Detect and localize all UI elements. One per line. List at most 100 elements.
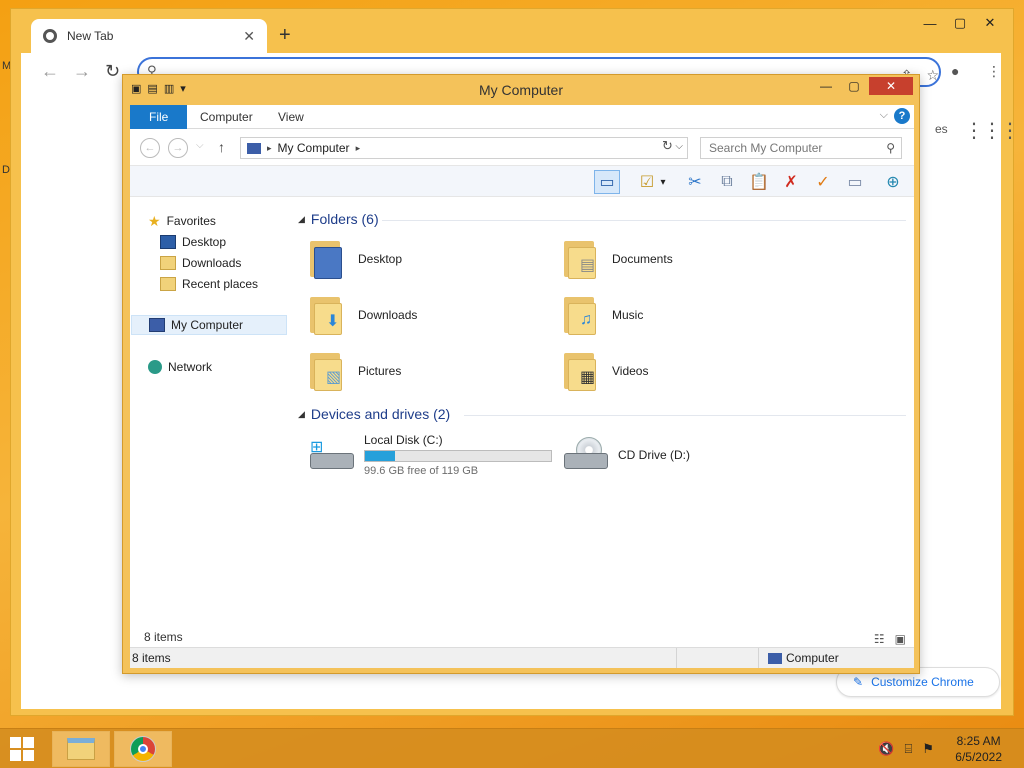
menu-icon[interactable]: ⋮ bbox=[987, 63, 1001, 80]
folder-pictures[interactable]: ▧ Pictures bbox=[308, 347, 548, 395]
nav-downloads[interactable]: Downloads bbox=[160, 253, 241, 273]
cut-icon[interactable]: ✂ bbox=[682, 170, 708, 194]
search-icon: ⚲ bbox=[886, 141, 895, 155]
pencil-icon: ✎ bbox=[853, 675, 864, 689]
folder-downloads[interactable]: ⬇ Downloads bbox=[308, 291, 548, 339]
drive-name: CD Drive (D:) bbox=[618, 448, 690, 462]
recent-locations-icon[interactable]: ⌵ bbox=[196, 140, 204, 151]
computer-icon bbox=[149, 318, 165, 332]
status-separator bbox=[676, 648, 677, 668]
details-view-icon[interactable]: ☷ bbox=[874, 629, 885, 649]
shortcut-label-fragment[interactable]: es bbox=[935, 122, 948, 136]
tab-file[interactable]: File bbox=[130, 105, 188, 129]
details-status: 8 items ☷ ▣ bbox=[130, 627, 914, 647]
folder-videos[interactable]: ▦ Videos bbox=[562, 347, 802, 395]
minimize-button[interactable]: — bbox=[915, 13, 945, 33]
desktop-icon-fragment[interactable]: D bbox=[2, 164, 10, 176]
tab-new-tab[interactable]: New Tab ✕ bbox=[31, 19, 267, 53]
close-tab-icon[interactable]: ✕ bbox=[243, 28, 255, 45]
maximize-button[interactable]: ▢ bbox=[841, 77, 867, 95]
help-icon[interactable]: ? bbox=[894, 108, 910, 124]
profile-icon[interactable]: ● bbox=[951, 63, 959, 79]
group-header-devices[interactable]: ◢ Devices and drives (2) bbox=[298, 406, 450, 422]
paste-icon[interactable]: 📋 bbox=[746, 170, 772, 194]
apps-grid-icon[interactable]: ⋮⋮⋮ bbox=[964, 118, 1020, 143]
rename-icon[interactable]: ▭ bbox=[842, 170, 868, 194]
folder-name: Documents bbox=[612, 252, 673, 266]
taskbar-chrome[interactable] bbox=[114, 731, 172, 767]
start-button[interactable] bbox=[10, 737, 34, 761]
preview-pane-button[interactable]: ▭ bbox=[594, 170, 620, 194]
nav-my-computer[interactable]: My Computer bbox=[131, 315, 287, 335]
taskbar-file-explorer[interactable] bbox=[52, 731, 110, 767]
file-explorer-icon bbox=[67, 738, 95, 760]
clock-time: 8:25 AM bbox=[956, 734, 1001, 748]
nav-favorites[interactable]: ★ Favorites bbox=[148, 211, 216, 231]
downloads-folder-icon bbox=[160, 256, 176, 270]
clock[interactable]: 8:25 AM 6/5/2022 bbox=[955, 733, 1002, 765]
clock-date: 6/5/2022 bbox=[955, 750, 1002, 764]
status-location: Computer bbox=[768, 648, 839, 668]
close-button[interactable]: ✕ bbox=[869, 77, 913, 95]
group-header-folders[interactable]: ◢ Folders (6) bbox=[298, 211, 379, 227]
refresh-button[interactable]: ↻ bbox=[662, 138, 673, 154]
nav-label: Downloads bbox=[182, 256, 242, 270]
large-icons-view-icon[interactable]: ▣ bbox=[895, 629, 906, 649]
nav-recent-places[interactable]: Recent places bbox=[160, 274, 258, 294]
folder-icon: ▤ bbox=[562, 237, 602, 281]
bookmark-star-icon[interactable]: ☆ bbox=[926, 67, 939, 84]
breadcrumb-arrow-icon[interactable]: ▸ bbox=[356, 143, 361, 154]
taskbar: 🔇 ⌸ ⚑ 8:25 AM 6/5/2022 bbox=[0, 728, 1024, 768]
minimize-button[interactable]: — bbox=[813, 77, 839, 95]
action-center-icon[interactable]: ⚑ bbox=[922, 741, 934, 757]
item-count: 8 items bbox=[144, 630, 183, 644]
network-globe-icon[interactable]: ⊕ bbox=[880, 170, 906, 194]
folder-documents[interactable]: ▤ Documents bbox=[562, 235, 802, 283]
view-switcher: ☷ ▣ bbox=[874, 629, 906, 649]
check-icon[interactable]: ✓ bbox=[810, 170, 836, 194]
folder-desktop[interactable]: Desktop bbox=[308, 235, 548, 283]
search-input[interactable]: Search My Computer ⚲ bbox=[700, 137, 902, 159]
network-status-icon[interactable]: ⌸ bbox=[905, 741, 913, 757]
nav-network[interactable]: Network bbox=[148, 357, 212, 377]
folder-icon bbox=[308, 237, 348, 281]
folder-name: Desktop bbox=[358, 252, 403, 266]
explorer-body: File Computer View ⌵ ? ← → ⌵ ↑ ▸ My Comp… bbox=[130, 105, 914, 668]
explorer-window: ▣ ▤ ▥ ▾ My Computer — ▢ ✕ File Computer … bbox=[122, 74, 920, 674]
new-tab-button[interactable]: + bbox=[279, 24, 291, 47]
forward-button[interactable]: → bbox=[73, 61, 91, 82]
folder-music[interactable]: ♫ Music bbox=[562, 291, 802, 339]
address-dropdown-icon[interactable]: ⌵ bbox=[675, 141, 683, 152]
copy-icon[interactable]: ⧉ bbox=[714, 170, 740, 194]
network-icon bbox=[148, 360, 162, 374]
volume-muted-icon[interactable]: 🔇 bbox=[878, 741, 894, 757]
drive-cd-d[interactable]: CD Drive (D:) bbox=[562, 431, 690, 479]
folder-name: Downloads bbox=[358, 308, 418, 322]
up-button[interactable]: ↑ bbox=[218, 139, 225, 155]
breadcrumb-my-computer[interactable]: My Computer bbox=[278, 141, 350, 155]
explorer-titlebar[interactable]: ▣ ▤ ▥ ▾ My Computer — ▢ ✕ bbox=[123, 75, 919, 105]
back-button[interactable]: ← bbox=[41, 61, 59, 82]
folder-icon: ♫ bbox=[562, 293, 602, 337]
expand-ribbon-icon[interactable]: ⌵ bbox=[880, 109, 888, 122]
cd-drive-icon bbox=[562, 437, 608, 473]
nav-label: Desktop bbox=[182, 235, 227, 249]
desktop-icon bbox=[160, 235, 176, 249]
folder-name: Pictures bbox=[358, 364, 402, 378]
tab-computer[interactable]: Computer bbox=[186, 105, 267, 129]
search-placeholder: Search My Computer bbox=[709, 141, 823, 155]
folder-name: Videos bbox=[612, 364, 649, 378]
drive-local-disk-c[interactable]: ⊞ Local Disk (C:) 99.6 GB free of 119 GB bbox=[308, 431, 552, 479]
delete-icon[interactable]: ✗ bbox=[778, 170, 804, 194]
dropdown-icon[interactable]: ▾ bbox=[656, 170, 670, 194]
reload-button[interactable]: ↻ bbox=[105, 61, 120, 82]
forward-button[interactable]: → bbox=[168, 138, 188, 158]
address-bar[interactable]: ▸ My Computer ▸ ⌵ bbox=[240, 137, 688, 159]
breadcrumb-arrow-icon[interactable]: ▸ bbox=[267, 143, 272, 154]
ribbon-tabs: File Computer View ⌵ ? bbox=[130, 105, 914, 129]
close-button[interactable]: ✕ bbox=[975, 13, 1005, 33]
nav-desktop[interactable]: Desktop bbox=[160, 232, 226, 252]
back-button[interactable]: ← bbox=[140, 138, 160, 158]
tab-view[interactable]: View bbox=[264, 105, 318, 129]
maximize-button[interactable]: ▢ bbox=[945, 13, 975, 33]
